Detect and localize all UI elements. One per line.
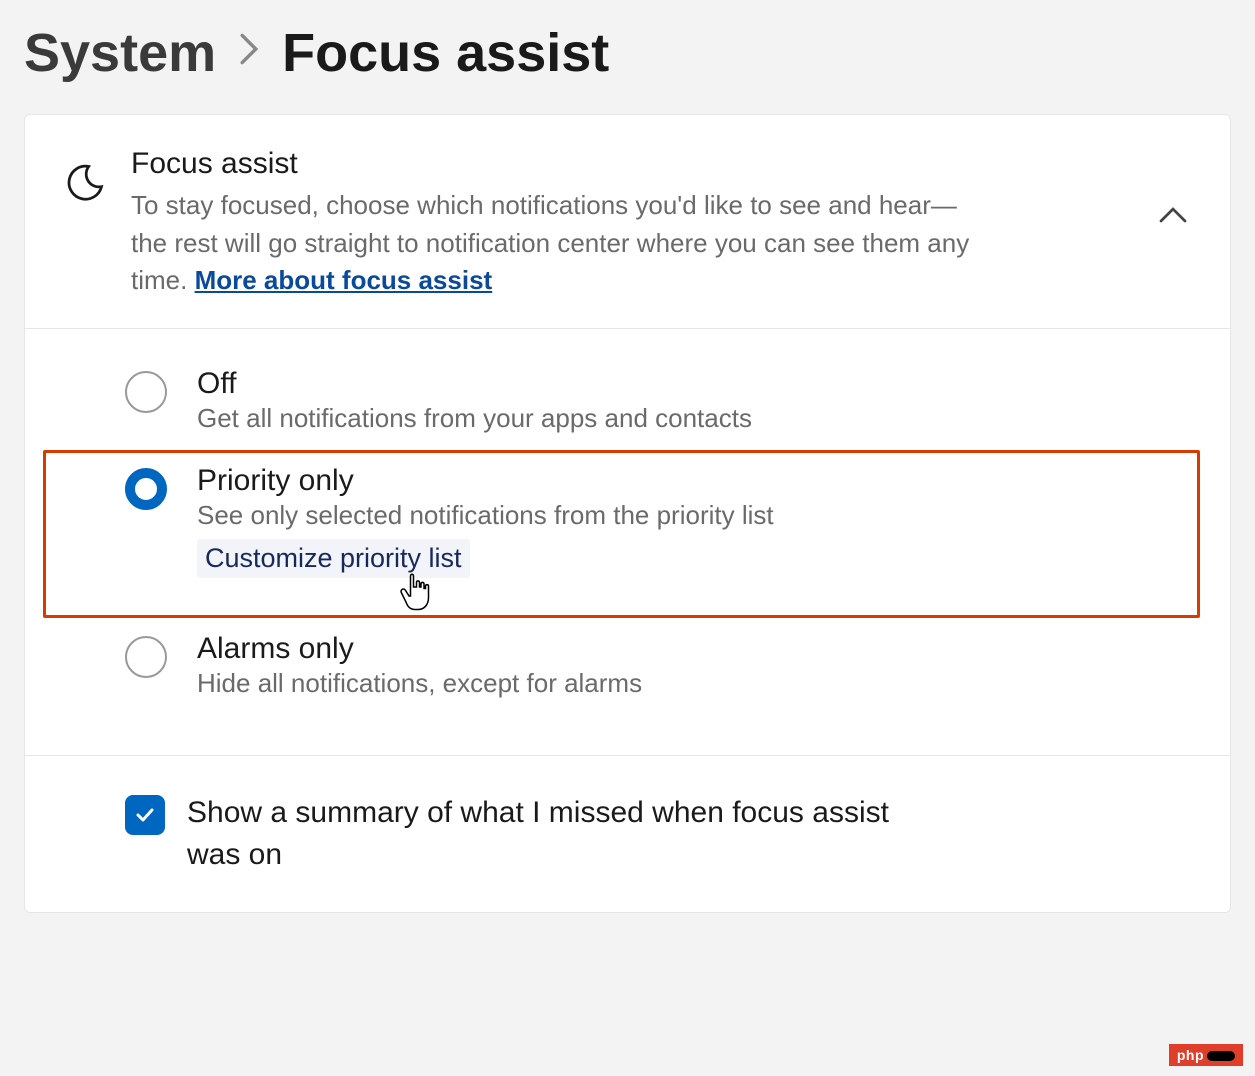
radio-options: Off Get all notifications from your apps… [25, 329, 1230, 755]
option-off[interactable]: Off Get all notifications from your apps… [25, 353, 1230, 450]
summary-checkbox[interactable] [125, 795, 165, 835]
chevron-up-icon[interactable] [1158, 205, 1188, 230]
breadcrumb-current: Focus assist [282, 22, 609, 84]
summary-checkbox-label: Show a summary of what I missed when foc… [187, 792, 947, 876]
option-priority-only[interactable]: Priority only See only selected notifica… [43, 450, 1200, 618]
option-off-desc: Get all notifications from your apps and… [197, 403, 1170, 434]
card-description: To stay focused, choose which notificati… [131, 187, 991, 300]
more-about-focus-assist-link[interactable]: More about focus assist [195, 265, 493, 295]
option-off-title: Off [197, 367, 1170, 401]
breadcrumb: System Focus assist [24, 22, 1231, 84]
option-priority-only-desc: See only selected notifications from the… [197, 500, 1158, 531]
radio-off[interactable] [125, 371, 167, 413]
cursor-pointer-icon [397, 567, 433, 618]
breadcrumb-parent[interactable]: System [24, 22, 216, 84]
radio-alarms-only[interactable] [125, 636, 167, 678]
card-title: Focus assist [131, 147, 991, 181]
summary-checkbox-row: Show a summary of what I missed when foc… [25, 755, 1230, 912]
option-priority-only-title: Priority only [197, 464, 1158, 498]
moon-icon [63, 161, 107, 210]
option-alarms-only-desc: Hide all notifications, except for alarm… [197, 668, 1170, 699]
focus-assist-card: Focus assist To stay focused, choose whi… [24, 114, 1231, 913]
card-header[interactable]: Focus assist To stay focused, choose whi… [25, 115, 1230, 329]
radio-priority-only[interactable] [125, 468, 167, 510]
chevron-right-icon [238, 32, 260, 75]
option-alarms-only-title: Alarms only [197, 632, 1170, 666]
option-alarms-only[interactable]: Alarms only Hide all notifications, exce… [25, 618, 1230, 715]
watermark-text: php [1177, 1047, 1204, 1063]
watermark-badge: php [1169, 1044, 1243, 1066]
